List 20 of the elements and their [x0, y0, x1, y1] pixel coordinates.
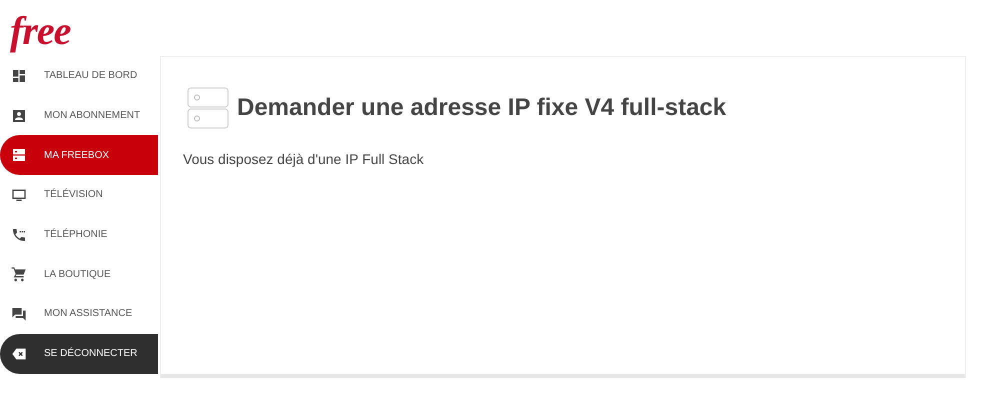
page-title: Demander une adresse IP fixe V4 full-stack	[237, 94, 726, 122]
server-icon	[11, 147, 27, 164]
tv-icon	[11, 186, 27, 203]
account-icon	[11, 108, 27, 124]
status-message: Vous disposez déjà d'une IP Full Stack	[183, 151, 425, 167]
sidebar-item[interactable]: TÉLÉPHONIE	[0, 214, 158, 254]
sidebar-item[interactable]: MA FREEBOX	[0, 135, 158, 176]
chat-icon	[11, 306, 27, 322]
backspace-icon	[11, 346, 27, 362]
sidebar-item[interactable]: TABLEAU DE BORD	[0, 56, 158, 96]
cart-icon	[11, 266, 27, 282]
logo: free	[10, 8, 70, 54]
dashboard-icon	[11, 68, 27, 84]
sidebar-item[interactable]: MON ABONNEMENT	[0, 96, 158, 136]
sidebar-item[interactable]: LA BOUTIQUE	[0, 254, 158, 294]
logout-button[interactable]: SE DÉCONNECTER	[0, 334, 158, 374]
sidebar-item[interactable]: MON ASSISTANCE	[0, 294, 158, 334]
sidebar-item[interactable]: TÉLÉVISION	[0, 175, 158, 215]
phone-icon	[11, 226, 27, 243]
server-icon	[187, 87, 229, 129]
